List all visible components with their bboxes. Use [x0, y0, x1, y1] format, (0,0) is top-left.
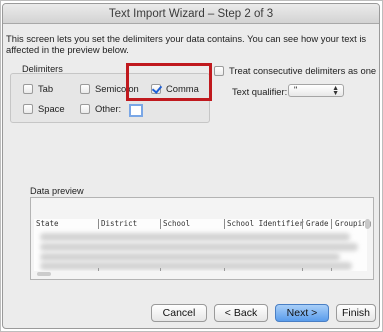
finish-button[interactable]: Finish: [336, 304, 376, 322]
other-label: Other:: [95, 103, 122, 114]
consecutive-label: Treat consecutive delimiters as one: [229, 65, 377, 76]
window-title: Text Import Wizard – Step 2 of 3: [108, 8, 274, 20]
tab-label: Tab: [38, 83, 54, 94]
checkbox-box-icon: [80, 83, 90, 94]
checkbox-box-icon: [23, 103, 33, 114]
comma-highlight-box: [126, 63, 212, 101]
updown-arrows-icon: ▲ ▼: [332, 85, 339, 97]
instructions-text: This screen lets you set the delimiters …: [6, 33, 367, 55]
data-preview-label: Data preview: [30, 186, 84, 196]
column-tick: [302, 268, 303, 271]
checkbox-box-icon: [23, 83, 33, 94]
title-bar: Text Import Wizard – Step 2 of 3: [3, 4, 379, 24]
column-district: District: [101, 219, 138, 228]
blurred-row: [40, 243, 358, 251]
blurred-row: [40, 253, 340, 261]
data-preview-panel[interactable]: State District School School Identifier …: [30, 197, 374, 280]
column-tick: [160, 268, 161, 271]
column-grade: Grade: [306, 219, 329, 228]
space-label: Space: [38, 103, 65, 114]
consecutive-checkbox[interactable]: Treat consecutive delimiters as one: [214, 65, 376, 76]
text-qualifier-label: Text qualifier:: [232, 86, 288, 97]
text-qualifier-select[interactable]: " ▲ ▼: [288, 84, 344, 97]
cancel-button[interactable]: Cancel: [151, 304, 207, 322]
column-state: State: [36, 219, 59, 228]
back-button[interactable]: < Back: [214, 304, 268, 322]
text-qualifier-value: ": [294, 85, 298, 95]
other-delimiter-input[interactable]: [129, 104, 143, 117]
column-separator: [160, 219, 161, 229]
blurred-row: [40, 262, 352, 270]
other-checkbox[interactable]: Other:: [80, 103, 121, 114]
blurred-row: [40, 233, 350, 241]
column-tick: [98, 268, 99, 271]
checkbox-box-icon: [214, 65, 224, 76]
column-tick: [224, 268, 225, 271]
vertical-scrollbar[interactable]: [365, 219, 370, 229]
space-checkbox[interactable]: Space: [23, 103, 65, 114]
column-school-identifier: School Identifier: [227, 219, 304, 228]
next-button[interactable]: Next >: [275, 304, 329, 322]
column-separator: [331, 219, 332, 229]
column-separator: [98, 219, 99, 229]
column-tick: [331, 268, 332, 271]
column-separator: [224, 219, 225, 229]
column-school: School: [163, 219, 191, 228]
tab-checkbox[interactable]: Tab: [23, 83, 53, 94]
horizontal-scrollbar[interactable]: [37, 272, 51, 276]
column-separator: [302, 219, 303, 229]
preview-header-row: State District School School Identifier …: [34, 219, 371, 229]
checkbox-box-icon: [80, 103, 90, 114]
